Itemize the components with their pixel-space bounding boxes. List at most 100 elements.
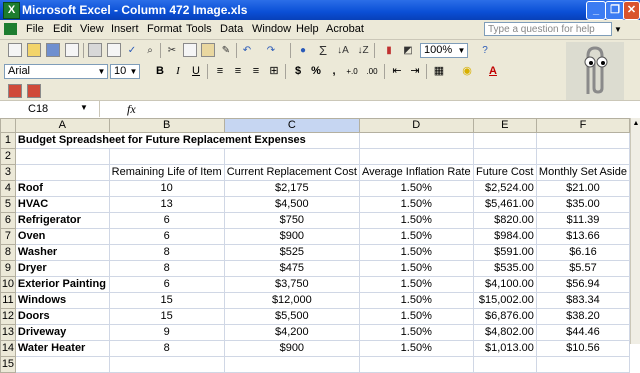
item-name-cell[interactable]: Doors [14,308,110,325]
inflation-cell[interactable]: 1.50% [358,260,474,277]
item-name-cell[interactable]: Driveway [14,324,110,341]
cost-cell[interactable]: $4,200 [223,324,360,341]
scroll-up-icon[interactable]: ▲ [632,119,640,129]
monthly-cell[interactable]: $13.66 [535,228,631,245]
cell[interactable] [223,148,360,165]
comma-style-icon[interactable]: , [326,64,342,79]
life-cell[interactable]: 9 [108,324,225,341]
font-select[interactable]: Arial ▼ [4,64,108,79]
sort-ascending-icon[interactable]: ↓A [336,43,350,58]
monthly-cell[interactable]: $44.46 [535,324,631,341]
future-cost-cell[interactable]: $535.00 [472,260,537,277]
life-cell[interactable]: 13 [108,196,225,213]
inflation-cell[interactable]: 1.50% [358,292,474,309]
font-size-select[interactable]: 10 ▼ [110,64,140,79]
cost-cell[interactable]: $4,500 [223,196,360,213]
hyperlink-icon[interactable]: ● [296,43,310,58]
life-cell[interactable]: 8 [108,340,225,357]
row-header[interactable]: 8 [0,244,16,261]
future-cost-cell[interactable]: $984.00 [472,228,537,245]
column-header[interactable]: C [223,118,360,133]
monthly-cell[interactable]: $83.34 [535,292,631,309]
row-header[interactable]: 4 [0,180,16,197]
cell[interactable] [535,132,631,149]
item-name-cell[interactable]: HVAC [14,196,110,213]
future-cost-cell[interactable]: $820.00 [472,212,537,229]
paste-icon[interactable] [201,43,215,57]
menu-window[interactable]: Window [252,23,291,35]
merge-center-icon[interactable]: ⊞ [266,64,282,79]
inflation-cell[interactable]: 1.50% [358,244,474,261]
monthly-cell[interactable]: $10.56 [535,340,631,357]
item-name-cell[interactable]: Washer [14,244,110,261]
column-header[interactable]: B [108,118,225,133]
header-cell[interactable]: Current Replacement Cost [223,164,360,181]
future-cost-cell[interactable]: $15,002.00 [472,292,537,309]
cell[interactable] [535,148,631,165]
item-name-cell[interactable]: Refrigerator [14,212,110,229]
menu-help[interactable]: Help [296,23,319,35]
inflation-cell[interactable]: 1.50% [358,212,474,229]
cell[interactable] [223,356,360,373]
inflation-cell[interactable]: 1.50% [358,276,474,293]
cost-cell[interactable]: $525 [223,244,360,261]
row-header[interactable]: 12 [0,308,16,325]
monthly-cell[interactable]: $11.39 [535,212,631,229]
pdf-convert-icon[interactable] [8,84,22,98]
column-header[interactable]: E [472,118,537,133]
menu-format[interactable]: Format [147,23,182,35]
pdf-email-icon[interactable] [27,84,41,98]
cut-icon[interactable]: ✂ [165,43,179,58]
undo-icon[interactable]: ↶ [240,43,254,58]
life-cell[interactable]: 8 [108,244,225,261]
document-icon[interactable] [4,23,17,35]
drawing-icon[interactable]: ◩ [401,43,415,58]
monthly-cell[interactable]: $5.57 [535,260,631,277]
copy-icon[interactable] [183,43,197,57]
life-cell[interactable]: 6 [108,228,225,245]
header-cell[interactable]: Monthly Set Aside [535,164,631,181]
menu-tools[interactable]: Tools [186,23,212,35]
row-header[interactable]: 2 [0,148,16,165]
future-cost-cell[interactable]: $4,100.00 [472,276,537,293]
menu-acrobat[interactable]: Acrobat [326,23,364,35]
currency-icon[interactable]: $ [290,64,306,79]
underline-icon[interactable]: U [188,64,204,79]
menu-insert[interactable]: Insert [111,23,139,35]
cost-cell[interactable]: $900 [223,228,360,245]
align-left-icon[interactable]: ≡ [212,64,228,79]
life-cell[interactable]: 6 [108,212,225,229]
increase-decimal-icon[interactable]: +.0 [344,64,360,79]
cell[interactable] [358,356,474,373]
new-icon[interactable] [8,43,22,57]
cost-cell[interactable]: $12,000 [223,292,360,309]
inflation-cell[interactable]: 1.50% [358,196,474,213]
item-name-cell[interactable]: Dryer [14,260,110,277]
column-header[interactable]: A [14,118,110,133]
spelling-icon[interactable]: ✓ [125,43,139,58]
align-center-icon[interactable]: ≡ [230,64,246,79]
cell[interactable] [14,164,110,181]
cost-cell[interactable]: $3,750 [223,276,360,293]
decrease-indent-icon[interactable]: ⇤ [389,64,405,79]
header-cell[interactable]: Average Inflation Rate [358,164,474,181]
italic-icon[interactable]: I [170,64,186,79]
permission-icon[interactable] [65,43,79,57]
menu-data[interactable]: Data [220,23,243,35]
item-name-cell[interactable]: Water Heater [14,340,110,357]
cell[interactable] [108,148,225,165]
column-header[interactable]: F [535,118,631,133]
office-assistant-icon[interactable] [566,42,624,100]
fill-color-icon[interactable]: ◉ [459,64,475,79]
menu-edit[interactable]: Edit [53,23,72,35]
monthly-cell[interactable]: $38.20 [535,308,631,325]
menu-view[interactable]: View [80,23,104,35]
row-header[interactable]: 14 [0,340,16,357]
header-cell[interactable]: Future Cost [472,164,537,181]
minimize-icon[interactable]: _ [586,1,606,20]
decrease-decimal-icon[interactable]: .00 [364,64,380,79]
print-icon[interactable] [88,43,102,57]
life-cell[interactable]: 15 [108,308,225,325]
future-cost-cell[interactable]: $591.00 [472,244,537,261]
item-name-cell[interactable]: Oven [14,228,110,245]
